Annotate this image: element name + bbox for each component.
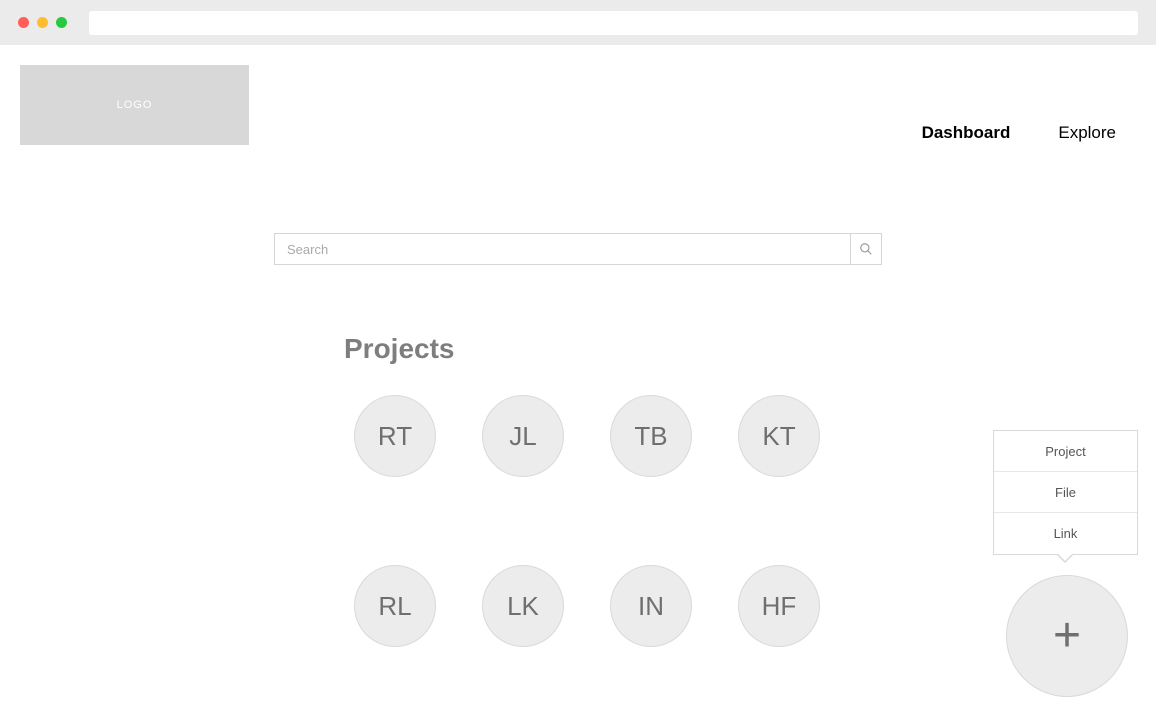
fab-menu-item-file[interactable]: File [994, 472, 1137, 513]
fab-menu-item-project[interactable]: Project [994, 431, 1137, 472]
search-input[interactable] [274, 233, 850, 265]
window-controls [18, 17, 67, 28]
fab-add-button[interactable]: + [1006, 575, 1128, 697]
project-initials: IN [638, 591, 664, 622]
search-button[interactable] [850, 233, 882, 265]
project-initials: LK [507, 591, 539, 622]
header: LOGO Dashboard Explore [20, 65, 1136, 185]
logo: LOGO [20, 65, 249, 145]
nav: Dashboard Explore [922, 123, 1136, 145]
url-bar[interactable] [89, 11, 1138, 35]
fab-menu: Project File Link [993, 430, 1138, 555]
search-container [274, 233, 882, 265]
window-close-button[interactable] [18, 17, 29, 28]
section-title: Projects [344, 333, 1136, 365]
fab-menu-pointer [1057, 555, 1073, 563]
project-item[interactable]: JL [482, 395, 564, 477]
nav-dashboard[interactable]: Dashboard [922, 123, 1011, 143]
project-initials: JL [509, 421, 536, 452]
search-icon [859, 242, 873, 256]
project-item[interactable]: RT [354, 395, 436, 477]
project-initials: KT [762, 421, 795, 452]
project-initials: TB [634, 421, 667, 452]
project-item[interactable]: IN [610, 565, 692, 647]
browser-chrome [0, 0, 1156, 45]
project-item[interactable]: HF [738, 565, 820, 647]
project-item[interactable]: TB [610, 395, 692, 477]
project-initials: HF [762, 591, 797, 622]
logo-label: LOGO [117, 99, 153, 111]
plus-icon: + [1053, 612, 1081, 660]
content: Projects RT JL TB KT RL LK IN HF [20, 333, 1136, 647]
project-item[interactable]: KT [738, 395, 820, 477]
nav-explore[interactable]: Explore [1058, 123, 1116, 143]
fab-menu-item-link[interactable]: Link [994, 513, 1137, 554]
window-minimize-button[interactable] [37, 17, 48, 28]
project-initials: RL [378, 591, 411, 622]
project-item[interactable]: RL [354, 565, 436, 647]
project-item[interactable]: LK [482, 565, 564, 647]
window-maximize-button[interactable] [56, 17, 67, 28]
search-wrap [20, 233, 1136, 265]
project-initials: RT [378, 421, 412, 452]
